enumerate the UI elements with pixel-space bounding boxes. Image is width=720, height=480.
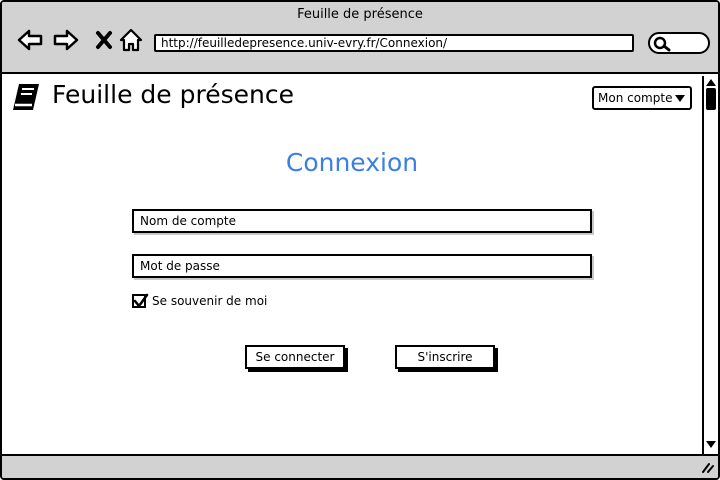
account-dropdown-label: Mon compte: [598, 91, 673, 105]
scrollbar-thumb[interactable]: [706, 88, 716, 110]
checkmark-icon: [133, 293, 149, 308]
search-box[interactable]: [648, 32, 710, 54]
remember-checkbox[interactable]: [132, 293, 149, 308]
browser-window: Feuille de présence http://feuilledepres…: [0, 0, 720, 480]
page-title: Feuille de présence: [52, 80, 294, 109]
search-icon: [653, 36, 671, 52]
back-button[interactable]: [16, 26, 44, 54]
home-button[interactable]: [117, 26, 145, 54]
url-bar[interactable]: http://feuilledepresence.univ-evry.fr/Co…: [154, 34, 634, 52]
chevron-down-icon: [675, 95, 685, 102]
stop-button[interactable]: [90, 26, 118, 54]
forward-button[interactable]: [52, 26, 80, 54]
remember-label: Se souvenir de moi: [152, 294, 268, 308]
register-button[interactable]: S'inscrire: [395, 345, 495, 369]
browser-toolbar: Feuille de présence http://feuilledepres…: [2, 2, 718, 74]
back-icon: [17, 29, 43, 51]
close-icon: [96, 31, 112, 49]
remember-me[interactable]: Se souvenir de moi: [132, 292, 267, 310]
resize-grip-icon[interactable]: [700, 461, 714, 473]
login-button[interactable]: Se connecter: [245, 345, 345, 369]
page-content: Feuille de présence Mon compte Connexion…: [2, 76, 702, 454]
forward-icon: [53, 29, 79, 51]
window-title: Feuille de présence: [297, 7, 423, 22]
vertical-scrollbar[interactable]: [702, 76, 718, 454]
account-dropdown[interactable]: Mon compte: [592, 86, 692, 110]
book-icon: [13, 84, 39, 110]
username-field[interactable]: Nom de compte: [132, 209, 592, 233]
scroll-up-icon[interactable]: [705, 77, 717, 87]
status-bar: [2, 454, 718, 478]
password-field[interactable]: Mot de passe: [132, 254, 592, 278]
home-icon: [119, 28, 143, 52]
login-heading: Connexion: [285, 148, 419, 177]
scroll-down-icon[interactable]: [705, 440, 717, 450]
